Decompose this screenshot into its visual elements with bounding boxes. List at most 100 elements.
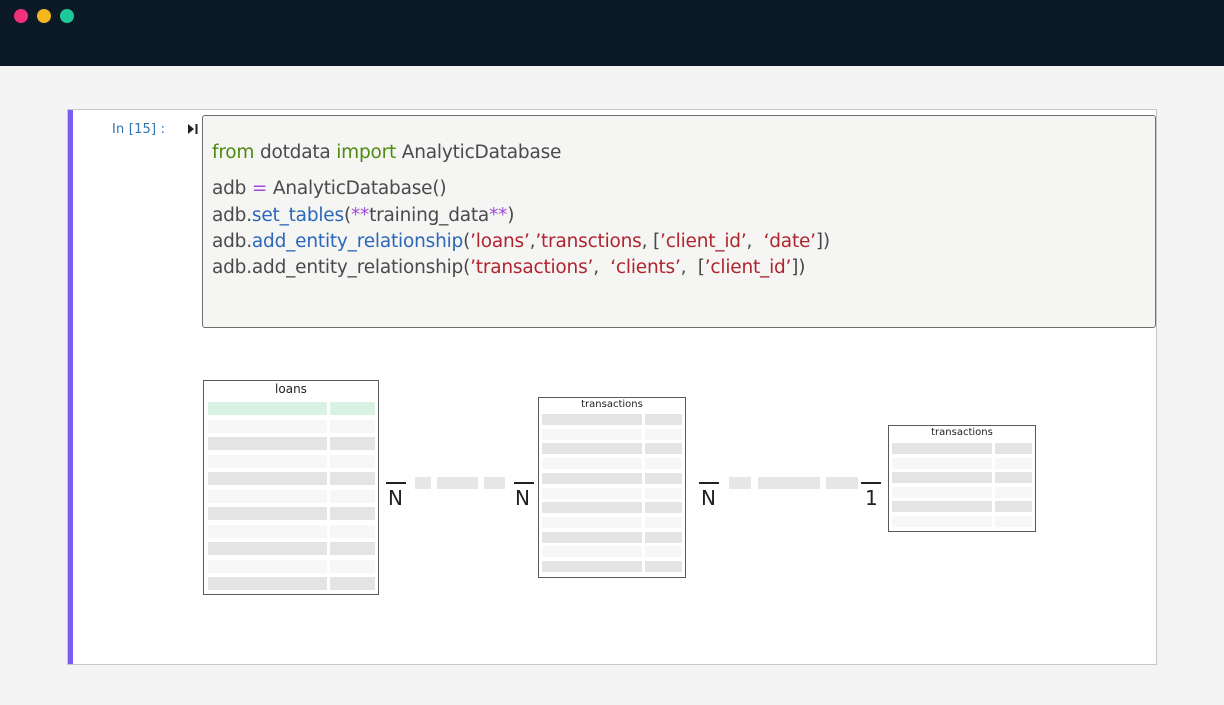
unpack-operator: ** xyxy=(350,205,370,226)
table-cell xyxy=(208,524,327,538)
paren: ]) xyxy=(791,257,806,278)
cardinality-label: N xyxy=(388,486,403,510)
table-cell xyxy=(995,501,1032,512)
table-row xyxy=(542,414,682,425)
keyword-import: import xyxy=(336,142,397,163)
relationship-line xyxy=(437,477,478,489)
table-cell xyxy=(208,419,327,433)
string-literal: ‘date’ xyxy=(763,231,816,252)
notebook-cell[interactable]: In [15] : from dotdata import AnalyticDa… xyxy=(67,109,1157,665)
code-line-1: from dotdata import AnalyticDatabase xyxy=(212,142,561,163)
table-row xyxy=(542,561,682,572)
string-literal: ’transactions’ xyxy=(470,257,594,278)
cardinality-label: N xyxy=(701,486,716,510)
paren: ( xyxy=(343,205,351,226)
argument: training_data xyxy=(369,205,490,226)
table-cell xyxy=(208,559,327,573)
table-row xyxy=(542,443,682,455)
table-row xyxy=(892,515,1032,527)
table-row xyxy=(892,443,1032,454)
unpack-operator: ** xyxy=(489,205,508,226)
string-literal: ’loans’ xyxy=(470,231,530,252)
minimize-window-button[interactable] xyxy=(37,9,51,23)
run-cell-icon[interactable] xyxy=(187,123,199,135)
table-row xyxy=(892,472,1032,483)
table-cell xyxy=(645,443,682,455)
table-cell xyxy=(645,458,682,470)
string-literal: ‘clients’ xyxy=(610,257,681,278)
table-cell xyxy=(892,443,992,454)
table-transactions-2: transactions xyxy=(888,425,1036,532)
table-cell xyxy=(892,486,992,498)
table-cell xyxy=(208,577,327,590)
table-row xyxy=(892,501,1032,512)
table-row xyxy=(208,559,375,573)
object-ref: adb. xyxy=(212,231,252,252)
table-cell xyxy=(645,502,682,514)
table-cell xyxy=(330,577,375,590)
table-cell xyxy=(330,402,375,415)
close-window-button[interactable] xyxy=(14,9,28,23)
table-row xyxy=(208,454,375,468)
table-cell xyxy=(995,457,1032,469)
table-cell xyxy=(995,472,1032,483)
method-name: set_tables xyxy=(251,205,344,226)
table-row xyxy=(542,531,682,543)
method-name: add_entity_relationship xyxy=(251,231,464,252)
table-cell xyxy=(645,546,682,558)
table-cell xyxy=(995,443,1032,454)
table-cell xyxy=(645,428,682,440)
table-cell xyxy=(645,561,682,572)
relationship-line xyxy=(826,477,858,489)
separator: , [ xyxy=(680,257,705,278)
table-cell xyxy=(645,472,682,484)
code-editor[interactable]: from dotdata import AnalyticDatabase adb… xyxy=(202,115,1156,328)
table-row xyxy=(208,577,375,590)
table-cell xyxy=(330,472,375,485)
table-row xyxy=(542,428,682,440)
table-row xyxy=(208,472,375,485)
relationship-line xyxy=(415,477,431,489)
table-loans: loans xyxy=(203,380,379,595)
table-cell xyxy=(542,487,642,499)
table-cell xyxy=(542,502,642,514)
code-line-2: adb = AnalyticDatabase() xyxy=(212,178,447,199)
separator: , xyxy=(593,257,611,278)
table-cell xyxy=(542,546,642,558)
keyword-from: from xyxy=(212,142,255,163)
string-literal: ’transctions xyxy=(535,231,642,252)
cardinality-label: 1 xyxy=(865,486,878,510)
table-cell xyxy=(542,472,642,484)
table-cell xyxy=(330,524,375,538)
table-cell xyxy=(892,515,992,527)
class-name: AnalyticDatabase xyxy=(396,142,562,163)
method-call: adb.add_entity_relationship( xyxy=(212,257,471,278)
table-cell xyxy=(330,419,375,433)
cell-prompt: In [15] : xyxy=(112,122,166,137)
module-name: dotdata xyxy=(254,142,337,163)
table-cell xyxy=(645,531,682,543)
table-title: transactions xyxy=(581,399,643,410)
table-cell xyxy=(330,489,375,503)
table-cell xyxy=(645,516,682,528)
cell-selection-bar xyxy=(68,110,73,664)
table-row xyxy=(542,546,682,558)
table-row xyxy=(208,507,375,520)
table-title: loans xyxy=(275,382,307,396)
table-cell xyxy=(330,437,375,450)
table-row xyxy=(542,487,682,499)
table-row xyxy=(542,472,682,484)
table-cell xyxy=(542,561,642,572)
paren: ]) xyxy=(815,231,830,252)
code-line-5: adb.add_entity_relationship(’transaction… xyxy=(212,257,805,278)
table-cell xyxy=(542,458,642,470)
table-cell xyxy=(645,487,682,499)
maximize-window-button[interactable] xyxy=(60,9,74,23)
table-cell xyxy=(208,489,327,503)
string-literal: ’client_id’ xyxy=(704,257,792,278)
table-transactions: transactions xyxy=(538,397,686,578)
table-cell xyxy=(330,507,375,520)
variable: adb xyxy=(212,178,252,199)
table-cell xyxy=(542,428,642,440)
table-row xyxy=(208,437,375,450)
